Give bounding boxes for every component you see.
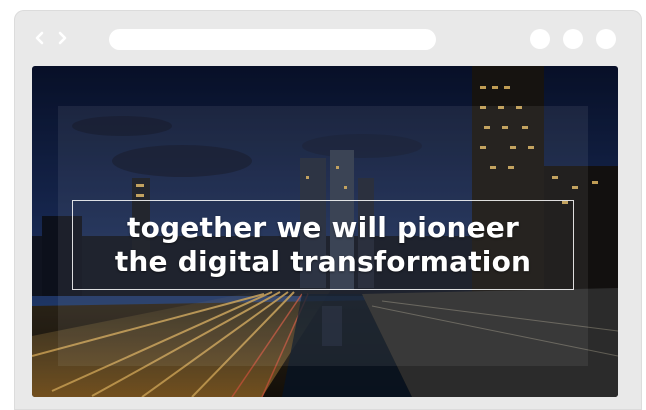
browser-window: together we will pioneer the digital tra… <box>14 10 642 410</box>
address-bar[interactable] <box>109 29 436 50</box>
window-control-dot[interactable] <box>563 29 583 49</box>
hero-headline-line1: together we will pioneer <box>127 211 519 244</box>
hero-headline-line2: the digital transformation <box>114 245 532 278</box>
window-control-dot[interactable] <box>530 29 550 49</box>
page-viewport: together we will pioneer the digital tra… <box>32 66 618 397</box>
chevron-left-icon[interactable] <box>32 30 46 46</box>
hero-headline-box: together we will pioneer the digital tra… <box>72 200 574 290</box>
window-control-dot[interactable] <box>596 29 616 49</box>
chevron-right-icon[interactable] <box>56 30 70 46</box>
browser-toolbar <box>14 10 642 68</box>
